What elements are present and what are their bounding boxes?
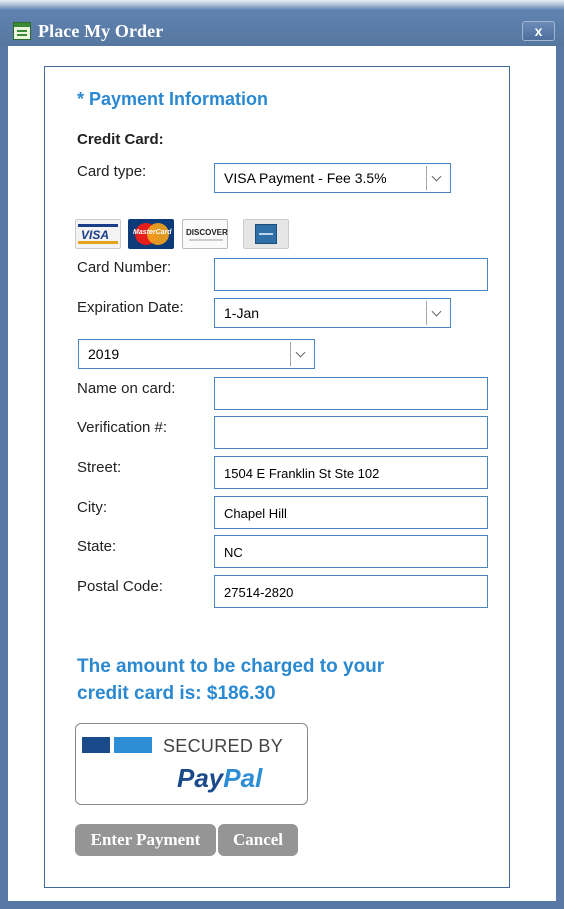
card-number-label: Card Number: — [77, 259, 172, 276]
discover-logo: DISCOVER — [182, 219, 228, 249]
expiration-date-label: Expiration Date: — [77, 299, 184, 316]
amount-charged-text: The amount to be charged to your credit … — [77, 653, 497, 707]
card-type-select[interactable]: VISA Payment - Fee 3.5% — [214, 163, 451, 193]
street-label: Street: — [77, 459, 122, 476]
chevron-down-icon — [426, 166, 448, 190]
enter-payment-button[interactable]: Enter Payment — [75, 824, 216, 856]
city-input[interactable]: Chapel Hill — [214, 496, 488, 529]
name-on-card-label: Name on card: — [77, 380, 176, 397]
visa-logo-text: VISA — [81, 228, 110, 242]
card-number-input[interactable] — [214, 258, 488, 291]
paypal-card-icon — [82, 737, 110, 753]
mastercard-logo-text: MasterCard — [133, 229, 172, 236]
amount-line-2: credit card is: $186.30 — [77, 683, 276, 704]
name-on-card-input[interactable] — [214, 377, 488, 410]
expiration-year-select[interactable]: 2019 — [78, 339, 315, 369]
mastercard-logo: MasterCard — [128, 219, 174, 249]
secured-by-text: SECURED BY — [163, 736, 284, 756]
postal-code-label: Postal Code: — [77, 578, 163, 595]
verification-input[interactable] — [214, 416, 488, 449]
paypal-logo: PayPal — [177, 763, 263, 793]
discover-logo-text: DISCOVER — [186, 228, 228, 237]
card-type-value: VISA Payment - Fee 3.5% — [224, 170, 387, 186]
visa-logo: VISA — [75, 219, 121, 249]
payment-panel: * Payment Information Credit Card: Card … — [44, 66, 510, 888]
dialog-content: * Payment Information Credit Card: Card … — [8, 46, 556, 901]
document-icon — [13, 22, 31, 40]
city-label: City: — [77, 499, 107, 516]
cancel-button[interactable]: Cancel — [218, 824, 298, 856]
paypal-card-icon — [114, 737, 152, 753]
expiration-month-value: 1-Jan — [224, 305, 260, 321]
dialog-window: Place My Order x * Payment Information C… — [0, 0, 564, 909]
expiration-month-select[interactable]: 1-Jan — [214, 298, 451, 328]
state-label: State: — [77, 538, 117, 555]
window-title: Place My Order — [38, 21, 164, 41]
credit-card-heading: Credit Card: — [77, 131, 164, 148]
title-bar[interactable]: Place My Order x — [0, 0, 564, 46]
card-type-label: Card type: — [77, 163, 147, 180]
chevron-down-icon — [290, 342, 312, 366]
close-button[interactable]: x — [522, 21, 555, 41]
state-input[interactable]: NC — [214, 535, 488, 568]
section-title: * Payment Information — [77, 89, 269, 109]
amount-line-1: The amount to be charged to your — [77, 656, 385, 677]
postal-code-input[interactable]: 27514-2820 — [214, 575, 488, 608]
expiration-year-value: 2019 — [88, 346, 120, 362]
street-input[interactable]: 1504 E Franklin St Ste 102 — [214, 456, 488, 489]
paypal-secured-badge: SECURED BY PayPal — [75, 723, 308, 805]
amex-logo — [243, 219, 289, 249]
verification-label: Verification #: — [77, 419, 168, 436]
chevron-down-icon — [426, 301, 448, 325]
